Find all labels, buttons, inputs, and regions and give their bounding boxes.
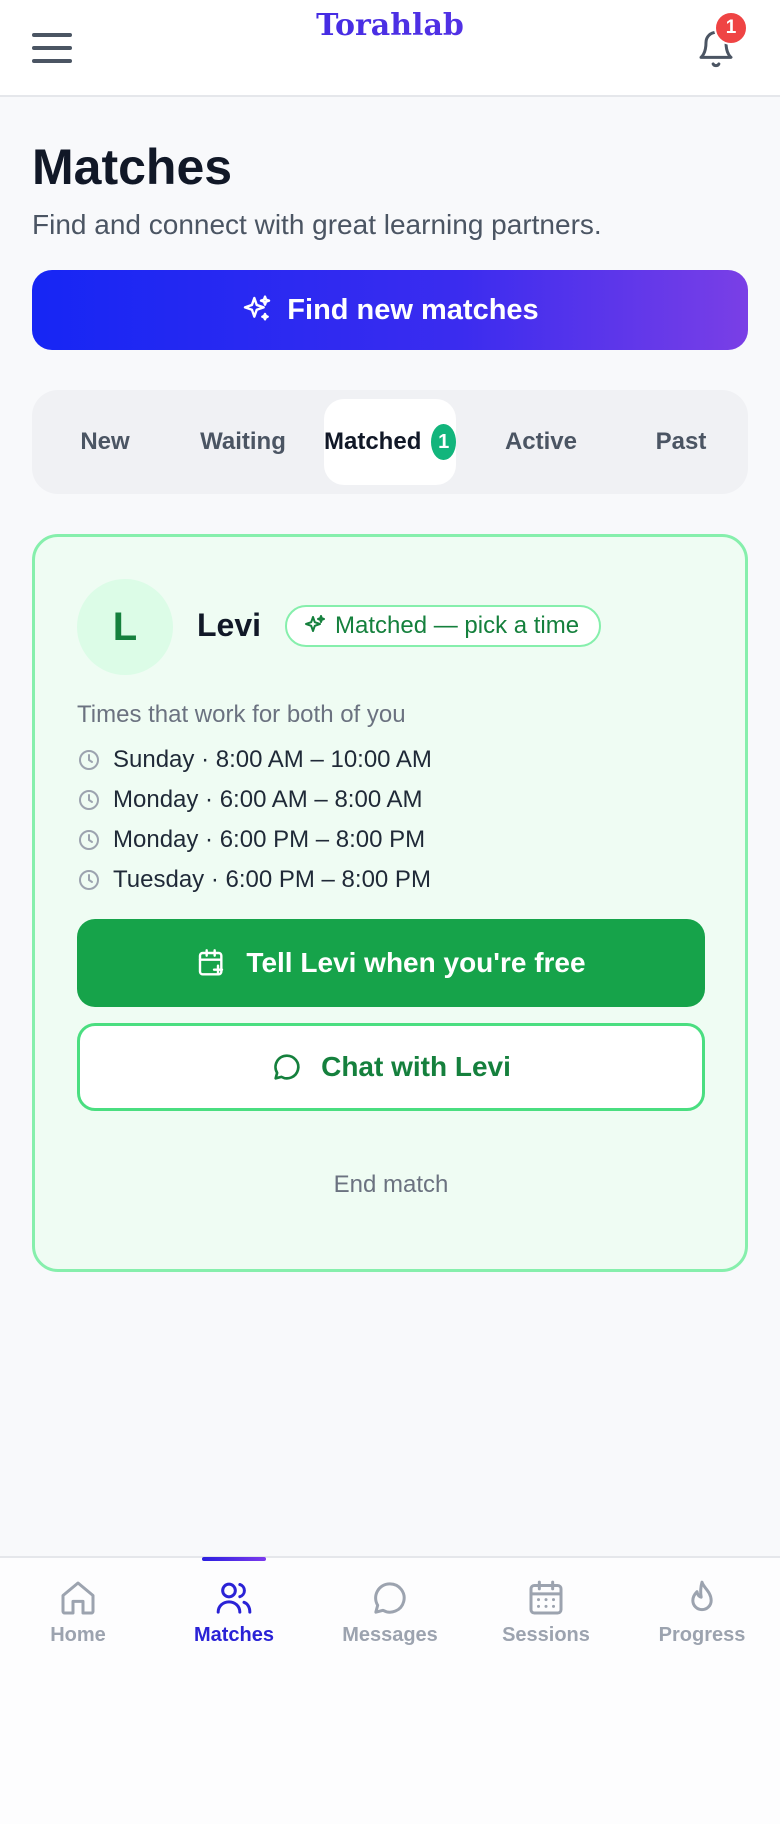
nav-item-label: Progress: [658, 1624, 746, 1646]
calendar-plus-icon: [199, 949, 224, 976]
chat-bubble-icon: [374, 1582, 406, 1614]
tab-matched-label: Matched: [324, 428, 422, 455]
nav-item-matches[interactable]: Matches: [164, 1578, 304, 1678]
time-slot: Monday · 6:00 PM – 8:00 PM: [77, 823, 425, 857]
tab-past[interactable]: Past: [614, 399, 748, 485]
tab-matched[interactable]: Matched 1: [324, 399, 456, 485]
tab-new-label: New: [80, 428, 130, 455]
time-slot-label: Sunday · 8:00 AM – 10:00 AM: [113, 746, 432, 773]
sparkles-icon: [305, 615, 325, 632]
tab-past-label: Past: [655, 428, 707, 455]
tab-active-label: Active: [504, 428, 578, 455]
times-heading: Times that work for both of you: [77, 701, 406, 728]
nav-item-home[interactable]: Home: [8, 1578, 148, 1678]
nav-item-label: Sessions: [502, 1624, 590, 1646]
tab-waiting[interactable]: Waiting: [178, 399, 308, 485]
chat-with-partner-label: Chat with Levi: [321, 1051, 511, 1082]
nav-item-progress[interactable]: Progress: [632, 1578, 772, 1678]
page-title: Matches: [32, 139, 233, 195]
flame-icon: [691, 1580, 713, 1612]
clock-icon: [79, 830, 99, 850]
nav-item-label: Home: [50, 1624, 106, 1646]
tell-partner-free-times-button[interactable]: Tell Levi when you're free: [77, 919, 705, 1007]
nav-item-label: Messages: [342, 1624, 438, 1646]
time-slot: Monday · 6:00 AM – 8:00 AM: [77, 783, 423, 817]
bottom-navigation: Home Matches Messages Sessions Progress: [0, 1556, 780, 1824]
tab-waiting-label: Waiting: [200, 428, 286, 455]
time-slot: Sunday · 8:00 AM – 10:00 AM: [77, 743, 432, 777]
home-icon: [61, 1581, 95, 1615]
page-subtitle: Find and connect with great learning par…: [32, 209, 602, 240]
match-status-tabs: New Waiting Matched 1 Active Past: [32, 390, 748, 494]
users-icon: [216, 1582, 252, 1614]
tab-active[interactable]: Active: [468, 399, 614, 485]
clock-icon: [79, 790, 99, 810]
avatar: L: [77, 579, 173, 675]
clock-icon: [79, 870, 99, 890]
time-slot-label: Monday · 6:00 AM – 8:00 AM: [113, 786, 423, 813]
chat-with-partner-button[interactable]: Chat with Levi: [77, 1023, 705, 1111]
tell-partner-free-times-label: Tell Levi when you're free: [246, 947, 586, 978]
notification-count-badge: 1: [714, 11, 748, 45]
active-tab-indicator: [202, 1557, 266, 1561]
status-badge-label: Matched — pick a time: [335, 612, 580, 639]
time-slot-label: Monday · 6:00 PM – 8:00 PM: [113, 826, 426, 853]
chat-bubble-icon: [274, 1054, 300, 1080]
sparkles-icon: [244, 295, 271, 321]
nav-item-sessions[interactable]: Sessions: [476, 1578, 616, 1678]
find-new-matches-label: Find new matches: [287, 293, 539, 326]
top-app-bar: Torahlab 1: [0, 0, 780, 97]
time-slot-label: Tuesday · 6:00 PM – 8:00 PM: [113, 866, 431, 893]
tab-matched-count-badge: 1: [431, 424, 456, 460]
match-card: L Levi Matched — pick a time Times that …: [32, 534, 748, 1272]
time-slot: Tuesday · 6:00 PM – 8:00 PM: [77, 863, 431, 897]
status-badge: Matched — pick a time: [285, 605, 602, 647]
brand-logo[interactable]: Torahlab: [0, 8, 780, 43]
nav-item-label: Matches: [193, 1624, 275, 1646]
clock-icon: [79, 750, 99, 770]
nav-item-messages[interactable]: Messages: [320, 1578, 460, 1678]
partner-name: Levi: [197, 607, 262, 643]
find-new-matches-button[interactable]: Find new matches: [32, 270, 748, 350]
tab-new[interactable]: New: [32, 399, 178, 485]
end-match-button[interactable]: End match: [77, 1163, 705, 1207]
calendar-icon: [529, 1580, 563, 1615]
